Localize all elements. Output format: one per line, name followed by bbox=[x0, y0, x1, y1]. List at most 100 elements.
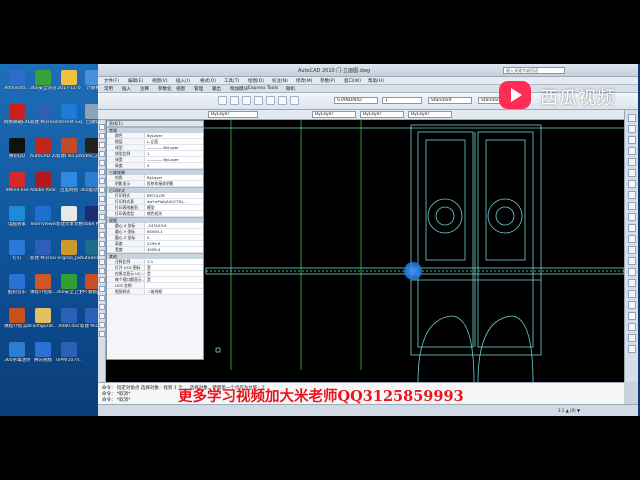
menu-item[interactable]: 编辑(E) bbox=[128, 78, 143, 84]
property-value[interactable]: 是 bbox=[145, 277, 203, 282]
menu-item[interactable]: 文件(F) bbox=[104, 78, 119, 84]
desktop-icon[interactable]: 腾讯视频 bbox=[30, 342, 56, 363]
desktop-icon[interactable]: AutoCAD 2010 - 简... bbox=[30, 138, 56, 159]
modify-tool-button[interactable] bbox=[628, 312, 636, 320]
ribbon-tab[interactable]: 附加模块 bbox=[230, 86, 248, 92]
property-value[interactable]: 模型 bbox=[145, 205, 203, 210]
modify-tool-button[interactable] bbox=[628, 213, 636, 221]
draw-tool-button[interactable] bbox=[99, 151, 105, 157]
property-value[interactable]: -243103.6 bbox=[145, 223, 203, 228]
draw-tool-button[interactable] bbox=[99, 277, 105, 283]
modify-tool-button[interactable] bbox=[628, 147, 636, 155]
property-value[interactable]: 1:1 bbox=[145, 259, 203, 264]
menu-item[interactable]: 帮助(H) bbox=[368, 78, 384, 84]
ribbon-tab[interactable]: Express Tools bbox=[248, 86, 278, 91]
desktop-icon[interactable]: 新建Fla1.pnt bbox=[56, 138, 82, 159]
ribbon-tab[interactable]: 参数化 bbox=[158, 86, 172, 92]
property-value[interactable]: ByLayer bbox=[145, 175, 203, 180]
property-value[interactable]: ———— ByLayer bbox=[145, 145, 203, 150]
polyline-tool-button[interactable] bbox=[230, 96, 239, 105]
desktop-icon[interactable]: 360杀毒迷你版本... bbox=[4, 342, 30, 363]
ribbon-tab[interactable]: 注释 bbox=[140, 86, 149, 92]
circle-tool-button[interactable] bbox=[242, 96, 251, 105]
modify-tool-button[interactable] bbox=[628, 246, 636, 254]
layer-select[interactable]: ByLayer bbox=[208, 111, 258, 118]
color-select[interactable]: ByLayer bbox=[312, 111, 356, 118]
modify-tool-button[interactable] bbox=[628, 114, 636, 122]
desktop-icon[interactable]: 钉钉 bbox=[4, 240, 30, 261]
menu-item[interactable]: 修改(M) bbox=[296, 78, 312, 84]
desktop-icon[interactable]: 百度网盘 bbox=[56, 172, 82, 193]
desktop-icon[interactable]: UPM(1074... bbox=[56, 342, 82, 363]
properties-palette[interactable]: 直线(1) 常规 颜色 ByLayer 图层 L-立面 线型 ———— ByLayer 线型比… bbox=[106, 120, 204, 360]
draw-tool-button[interactable] bbox=[99, 241, 105, 247]
desktop-icon[interactable]: 新建 Microsoft... bbox=[30, 104, 56, 125]
desktop-icon[interactable]: 课程介绍.pptx bbox=[4, 308, 30, 329]
scale-select[interactable]: 1 bbox=[382, 97, 422, 104]
desktop-icon[interactable]: 2017-11-0 bbox=[56, 70, 82, 91]
property-value[interactable]: 投射和接收阴影 bbox=[145, 181, 203, 186]
property-value[interactable]: 是 bbox=[145, 271, 203, 276]
ribbon-tab[interactable]: 常用 bbox=[104, 86, 113, 92]
menu-item[interactable]: 视图(V) bbox=[152, 78, 168, 84]
property-value[interactable]: BYCOLOR bbox=[145, 193, 203, 198]
property-value[interactable]: ByLayer bbox=[145, 133, 203, 138]
property-value[interactable]: 颜色相关 bbox=[145, 211, 203, 216]
modify-tool-button[interactable] bbox=[628, 224, 636, 232]
property-value[interactable]: 2299.9 bbox=[145, 241, 203, 246]
linetype-select[interactable]: ByLayer bbox=[360, 111, 404, 118]
modify-tool-button[interactable] bbox=[628, 301, 636, 309]
desktop-icon[interactable]: 360安全卫士 bbox=[56, 274, 82, 295]
desktop-icon[interactable]: 新建文本文档.txt bbox=[56, 206, 82, 227]
ribbon-tab[interactable]: 输出 bbox=[212, 86, 221, 92]
draw-tool-button[interactable] bbox=[99, 196, 105, 202]
property-value[interactable]: 二维线框 bbox=[145, 289, 203, 294]
modify-tool-button[interactable] bbox=[628, 235, 636, 243]
property-row[interactable]: 视觉样式 二维线框 bbox=[107, 289, 203, 295]
draw-tool-button[interactable] bbox=[99, 250, 105, 256]
menu-item[interactable]: 标注(N) bbox=[272, 78, 288, 84]
draw-tool-button[interactable] bbox=[99, 223, 105, 229]
move-tool-button[interactable] bbox=[266, 96, 275, 105]
desktop-icon[interactable]: 网易邮箱EXE bbox=[4, 104, 30, 125]
property-value[interactable]: ———— ByLayer bbox=[145, 157, 203, 162]
desktop-icon[interactable]: XMind.exe bbox=[4, 172, 30, 193]
draw-tool-button[interactable] bbox=[99, 232, 105, 238]
property-value[interactable]: 1 bbox=[145, 151, 203, 156]
menu-item[interactable]: 绘图(D) bbox=[248, 78, 264, 84]
draw-tool-button[interactable] bbox=[99, 205, 105, 211]
modify-tool-button[interactable] bbox=[628, 136, 636, 144]
text-style-select[interactable]: STANDARD bbox=[334, 97, 378, 104]
dim-style-select[interactable]: Standard bbox=[428, 97, 472, 104]
modify-tool-button[interactable] bbox=[628, 180, 636, 188]
draw-tool-button[interactable] bbox=[99, 124, 105, 130]
property-value[interactable] bbox=[145, 283, 203, 288]
desktop-icon[interactable]: Administr... bbox=[4, 70, 30, 91]
modify-tool-button[interactable] bbox=[628, 169, 636, 177]
menu-item[interactable]: 格式(O) bbox=[200, 78, 216, 84]
ribbon-tab[interactable]: 视图 bbox=[176, 86, 185, 92]
modify-tool-button[interactable] bbox=[628, 158, 636, 166]
draw-tool-button[interactable] bbox=[99, 313, 105, 319]
rotate-tool-button[interactable] bbox=[290, 96, 299, 105]
desktop-icon[interactable]: 360安全浏览器 bbox=[30, 70, 56, 91]
desktop-icon[interactable]: TeamViewer 12 bbox=[30, 206, 56, 227]
modify-tool-button[interactable] bbox=[628, 257, 636, 265]
draw-tool-button[interactable] bbox=[99, 259, 105, 265]
ribbon-tab[interactable]: 插入 bbox=[122, 86, 131, 92]
desktop-icon[interactable]: 腾讯QQ bbox=[4, 138, 30, 159]
arc-tool-button[interactable] bbox=[254, 96, 263, 105]
property-value[interactable]: dwf ePlot(A4)(CTB)... bbox=[145, 199, 203, 204]
modify-tool-button[interactable] bbox=[628, 345, 636, 353]
modify-tool-button[interactable] bbox=[628, 191, 636, 199]
draw-tool-button[interactable] bbox=[99, 178, 105, 184]
desktop-icon[interactable]: 电脑管家 bbox=[4, 206, 30, 227]
menu-item[interactable]: 窗口(W) bbox=[344, 78, 361, 84]
modify-tool-button[interactable] bbox=[628, 279, 636, 287]
menu-item[interactable]: 工具(T) bbox=[224, 78, 239, 84]
modify-tool-button[interactable] bbox=[628, 323, 636, 331]
line-tool-button[interactable] bbox=[218, 96, 227, 105]
lineweight-select[interactable]: ByLayer bbox=[408, 111, 452, 118]
modify-tool-button[interactable] bbox=[628, 268, 636, 276]
modify-tool-button[interactable] bbox=[628, 202, 636, 210]
